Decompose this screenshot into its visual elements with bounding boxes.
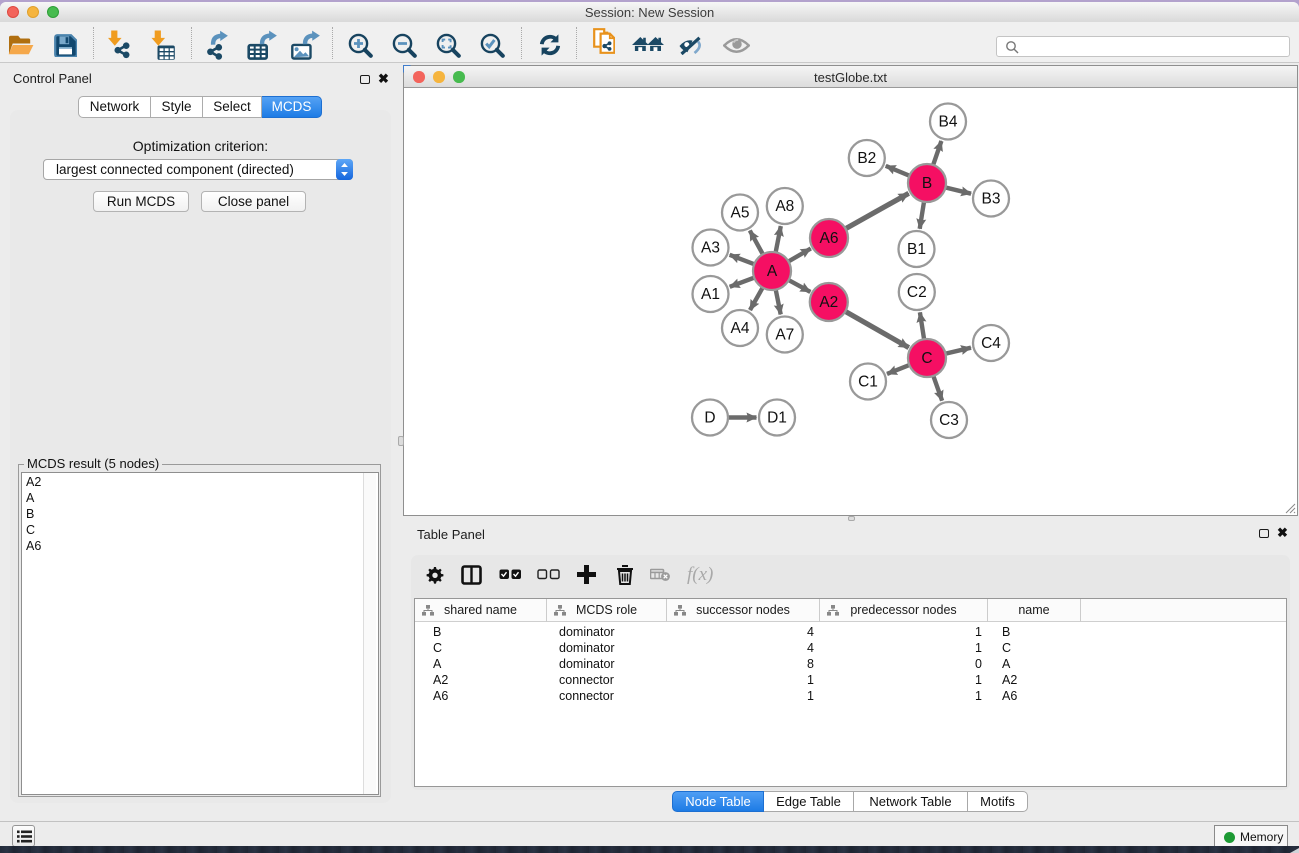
svg-text:A4: A4 bbox=[731, 320, 750, 337]
svg-text:B: B bbox=[922, 175, 932, 192]
svg-text:D1: D1 bbox=[767, 409, 787, 426]
svg-text:A2: A2 bbox=[819, 294, 838, 311]
svg-text:B4: B4 bbox=[939, 113, 958, 130]
svg-text:B3: B3 bbox=[982, 190, 1001, 207]
svg-text:A5: A5 bbox=[731, 204, 750, 221]
svg-text:B2: B2 bbox=[857, 150, 876, 167]
svg-text:C2: C2 bbox=[907, 284, 927, 301]
svg-text:A6: A6 bbox=[820, 230, 839, 247]
svg-text:A: A bbox=[767, 263, 778, 280]
svg-text:A7: A7 bbox=[775, 326, 794, 343]
svg-text:D: D bbox=[704, 409, 715, 426]
svg-text:C4: C4 bbox=[981, 335, 1001, 352]
svg-text:C3: C3 bbox=[939, 412, 959, 429]
svg-text:C: C bbox=[921, 350, 932, 367]
svg-text:C1: C1 bbox=[858, 373, 878, 390]
svg-text:A3: A3 bbox=[701, 239, 720, 256]
svg-text:A1: A1 bbox=[701, 286, 720, 303]
svg-text:A8: A8 bbox=[775, 198, 794, 215]
svg-text:B1: B1 bbox=[907, 241, 926, 258]
